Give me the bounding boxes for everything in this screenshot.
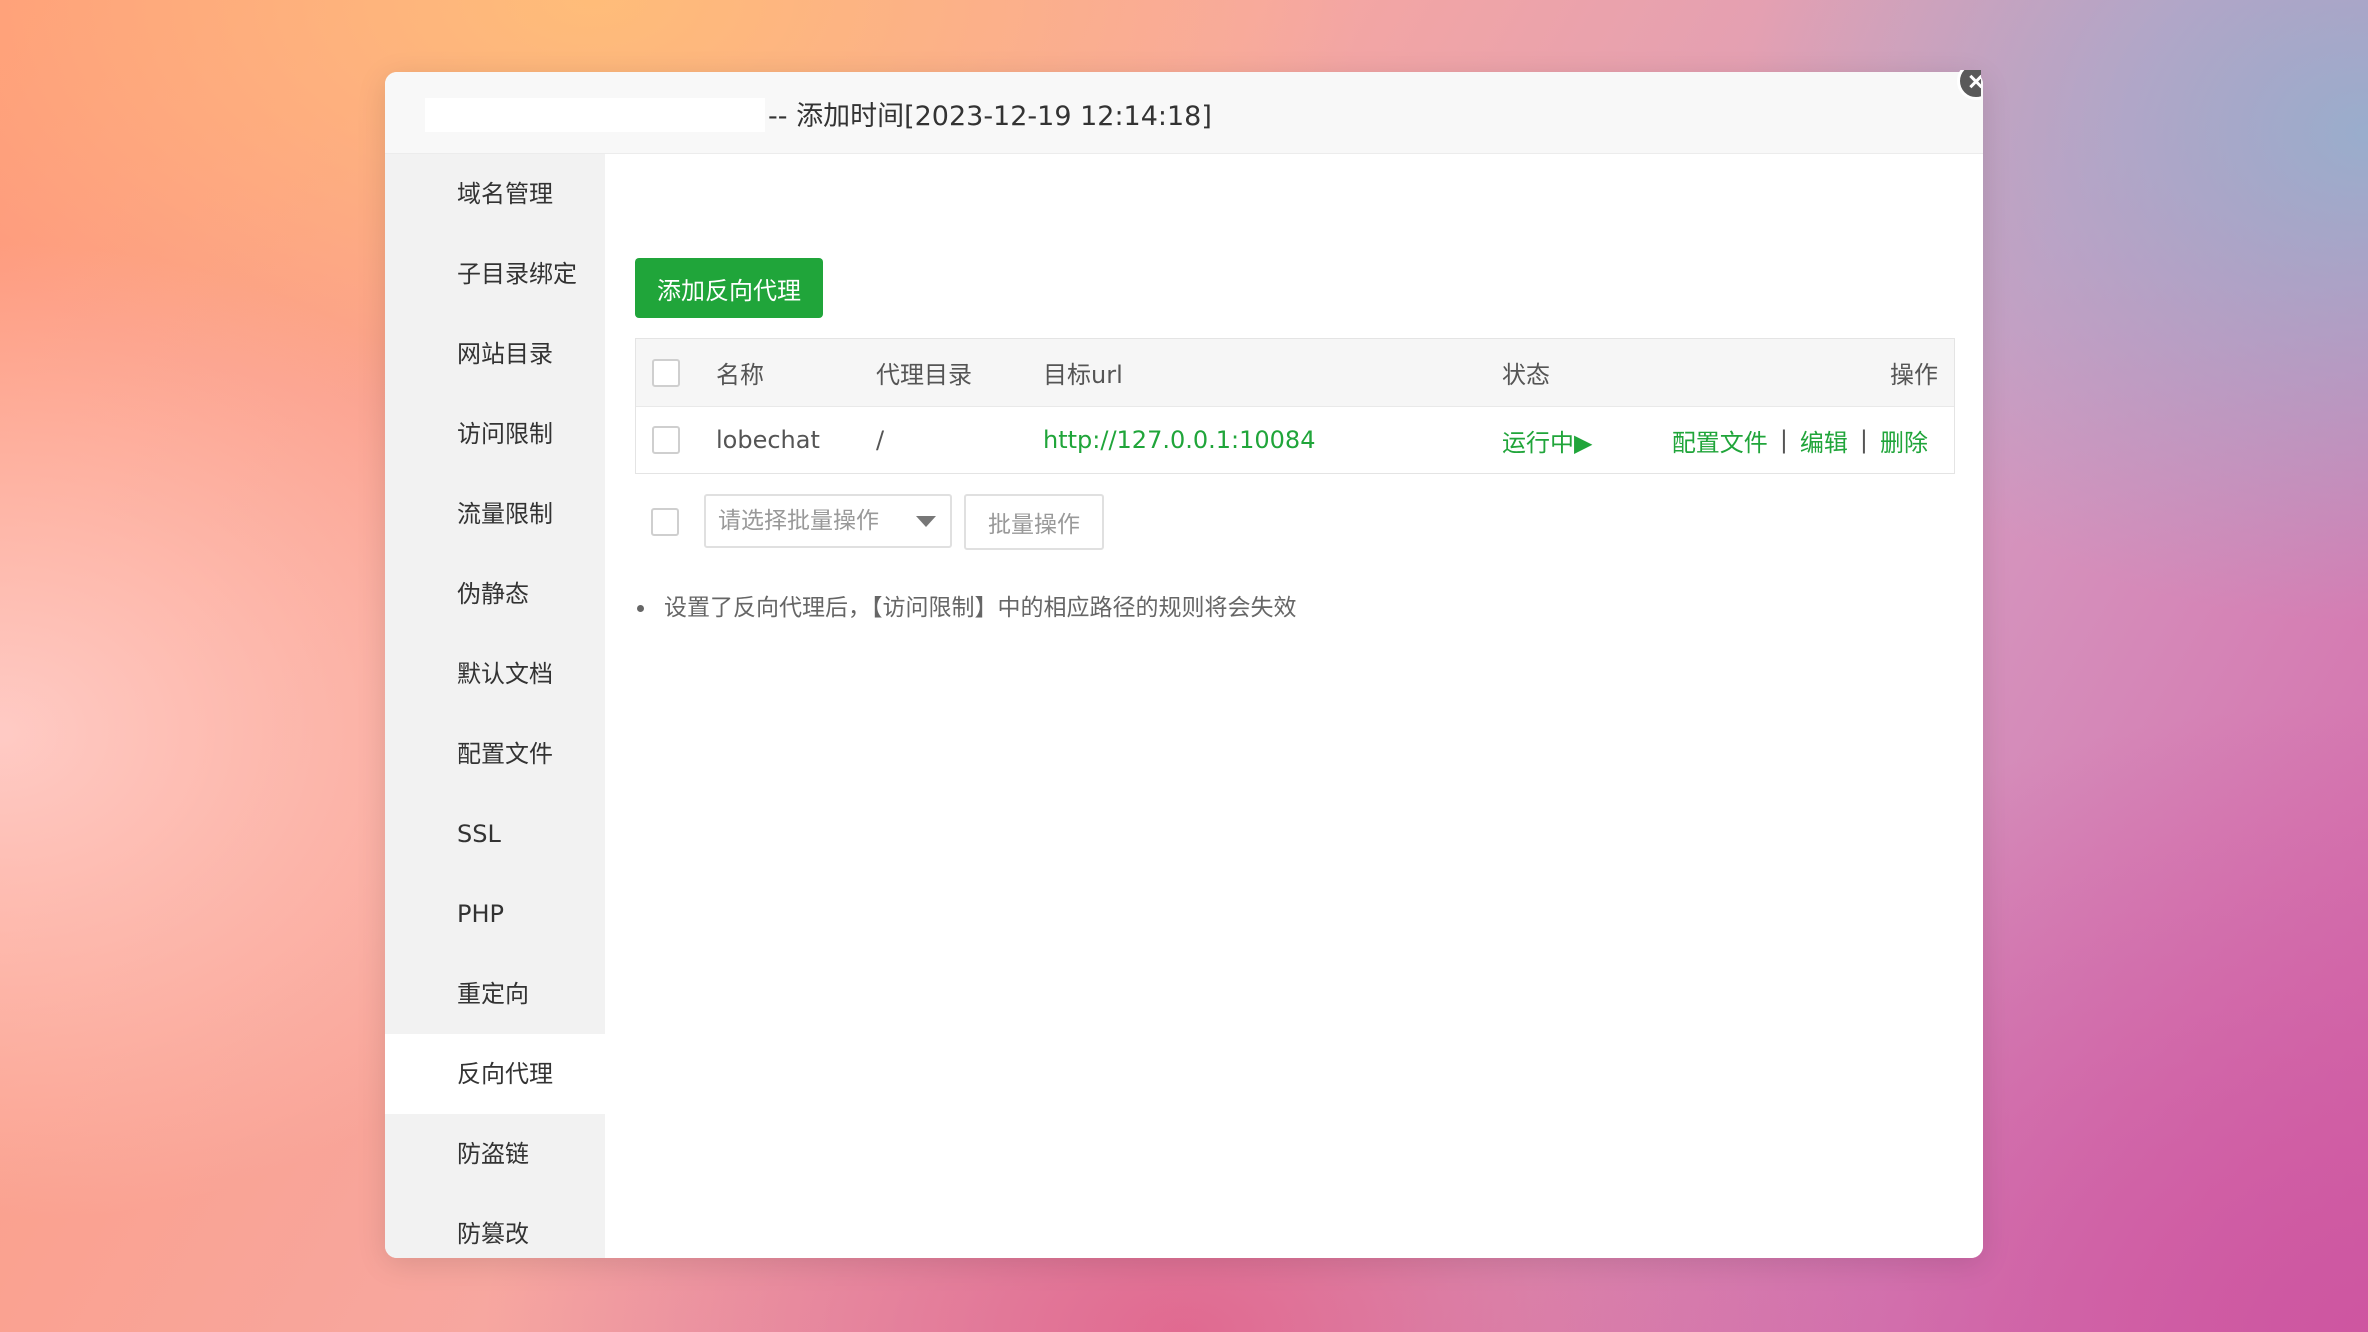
chevron-down-icon [916,516,936,527]
header-name: 名称 [716,339,764,406]
sidebar-item-access-restriction[interactable]: 访问限制 [385,394,605,474]
row-proxy-dir: / [876,407,884,473]
bullet-icon [637,605,644,612]
sidebar-item-php[interactable]: PHP [385,874,605,954]
sidebar-item-redirect[interactable]: 重定向 [385,954,605,1034]
batch-select-all-checkbox[interactable] [651,508,679,536]
row-status-toggle[interactable]: 运行中▶ [1502,407,1592,473]
row-edit-link[interactable]: 编辑 [1800,423,1848,458]
sidebar-item-tamper-protection[interactable]: 防篡改 [385,1194,605,1258]
sidebar-item-config-file[interactable]: 配置文件 [385,714,605,794]
select-all-checkbox[interactable] [652,359,680,387]
batch-operation-select[interactable]: 请选择批量操作 [704,494,952,548]
row-checkbox[interactable] [652,426,680,454]
row-actions: 配置文件 | 编辑 | 删除 [1672,407,1928,473]
table-header: 名称 代理目录 目标url 状态 操作 [636,339,1954,407]
row-delete-link[interactable]: 删除 [1880,423,1928,458]
sidebar-item-reverse-proxy[interactable]: 反向代理 [385,1034,605,1114]
site-settings-dialog: -- 添加时间[2023-12-19 12:14:18] 域名管理 子目录绑定 … [385,72,1983,1258]
action-separator: | [1860,426,1868,454]
sidebar-item-subdirectory-binding[interactable]: 子目录绑定 [385,234,605,314]
row-target-url: http://127.0.0.1:10084 [1043,407,1315,473]
sidebar-item-site-directory[interactable]: 网站目录 [385,314,605,394]
select-all-cell [652,339,680,406]
action-separator: | [1780,426,1788,454]
site-name-redacted [425,98,765,132]
dialog-title-bar: -- 添加时间[2023-12-19 12:14:18] [385,72,1983,154]
batch-operation-bar: 请选择批量操作 批量操作 [635,494,1235,550]
batch-operation-button[interactable]: 批量操作 [964,494,1104,550]
close-icon[interactable] [1957,62,1995,100]
header-target-url: 目标url [1043,339,1123,406]
tips-list: 设置了反向代理后，【访问限制】中的相应路径的规则将会失效 [635,588,1297,622]
dialog-title: -- 添加时间[2023-12-19 12:14:18] [768,94,1212,133]
row-select-cell [652,407,680,473]
table-row: lobechat / http://127.0.0.1:10084 运行中▶ 配… [636,407,1954,473]
batch-select-placeholder: 请选择批量操作 [718,496,879,546]
reverse-proxy-panel: 添加反向代理 名称 代理目录 目标url 状态 操作 lobechat / ht… [605,154,1983,1258]
row-config-file-link[interactable]: 配置文件 [1672,423,1768,458]
sidebar-item-rewrite[interactable]: 伪静态 [385,554,605,634]
sidebar-item-traffic-limit[interactable]: 流量限制 [385,474,605,554]
header-proxy-dir: 代理目录 [876,339,972,406]
sidebar-item-default-document[interactable]: 默认文档 [385,634,605,714]
reverse-proxy-table: 名称 代理目录 目标url 状态 操作 lobechat / http://12… [635,338,1955,474]
sidebar-item-ssl[interactable]: SSL [385,794,605,874]
settings-sidebar: 域名管理 子目录绑定 网站目录 访问限制 流量限制 伪静态 默认文档 配置文件 … [385,154,605,1258]
header-actions: 操作 [1890,339,1938,406]
sidebar-item-hotlink-protection[interactable]: 防盗链 [385,1114,605,1194]
sidebar-item-domain[interactable]: 域名管理 [385,154,605,234]
header-status: 状态 [1502,339,1550,406]
row-name: lobechat [716,407,820,473]
add-reverse-proxy-button[interactable]: 添加反向代理 [635,258,823,318]
tip-text: 设置了反向代理后，【访问限制】中的相应路径的规则将会失效 [664,595,1297,621]
